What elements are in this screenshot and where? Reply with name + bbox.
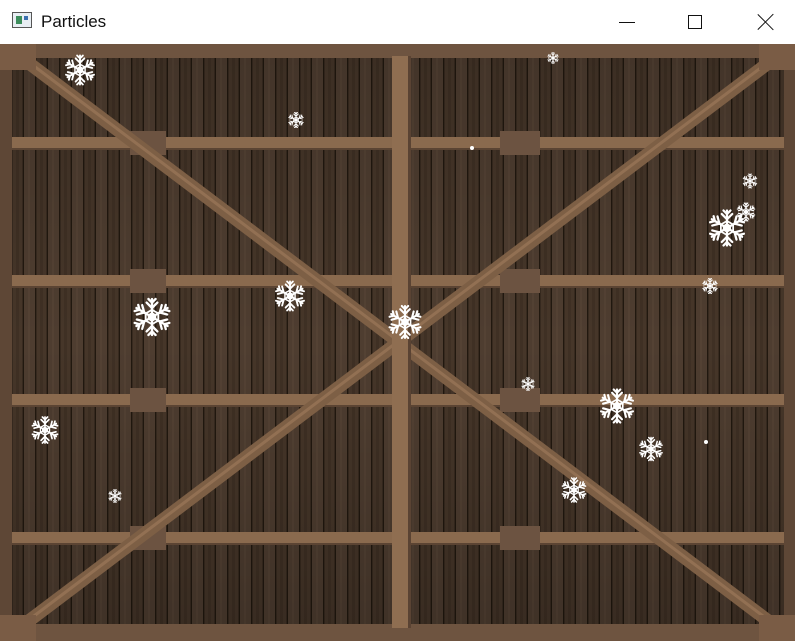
maximize-button[interactable] (660, 0, 730, 44)
snow-particle-dot (470, 146, 474, 150)
barn-door-background (0, 44, 795, 641)
particle-canvas[interactable] (0, 44, 795, 641)
minimize-icon (619, 21, 635, 23)
app-window: Particles (0, 0, 795, 641)
minimize-button[interactable] (592, 0, 662, 44)
app-window-icon (12, 12, 32, 28)
maximize-icon (688, 15, 702, 29)
scene-svg (0, 44, 795, 641)
title-bar[interactable]: Particles (0, 0, 795, 44)
close-icon (757, 13, 775, 31)
snow-particle-dot (704, 440, 708, 444)
window-title: Particles (41, 12, 107, 31)
close-button[interactable] (731, 0, 795, 44)
